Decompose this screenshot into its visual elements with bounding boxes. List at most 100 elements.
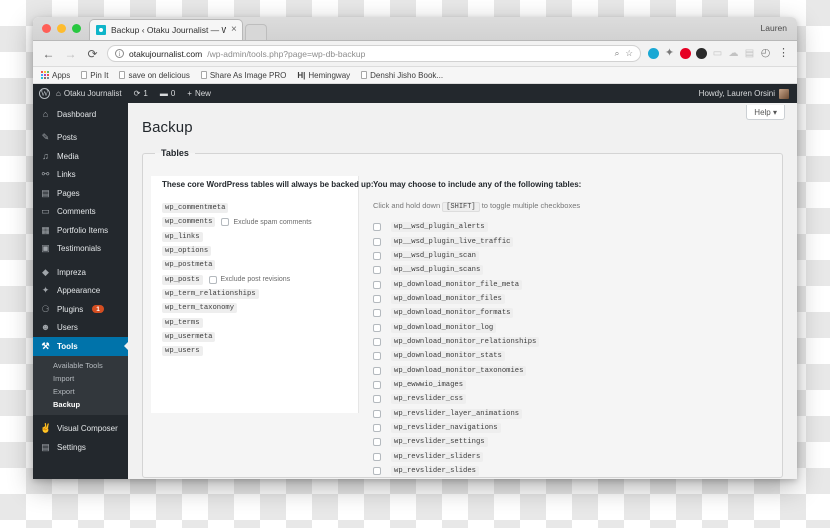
sidebar-item-comments[interactable]: ▭ Comments [33,203,128,222]
bookmark-apps[interactable]: Apps [41,71,70,80]
optional-table-row[interactable]: wp_download_monitor_formats [373,306,782,320]
submenu-item-export[interactable]: Export [33,385,128,398]
core-table-row: wp_links [162,230,348,244]
optional-table-row[interactable]: wp_revslider_sliders [373,450,782,464]
table-checkbox[interactable] [373,323,381,332]
maximize-window-button[interactable] [72,24,81,33]
wordpress-icon[interactable]: W [39,88,50,99]
table-checkbox[interactable] [373,452,381,461]
table-checkbox[interactable] [373,337,381,346]
note-icon[interactable]: ▤ [744,48,755,59]
table-name: wp_term_taxonomy [162,303,238,314]
table-name: wp__wsd_plugin_alerts [391,222,488,233]
core-table-row: wp_term_taxonomy [162,301,348,315]
bookmark-pin-it[interactable]: Pin It [81,71,108,80]
minimize-window-button[interactable] [57,24,66,33]
optional-table-row[interactable]: wp_download_monitor_file_meta [373,277,782,291]
sidebar-item-dashboard[interactable]: ⌂ Dashboard [33,105,128,124]
clock-icon[interactable]: ◴ [760,48,771,59]
optional-table-row[interactable]: wp_download_monitor_log [373,320,782,334]
table-checkbox[interactable] [373,309,381,318]
sidebar-item-testimonials[interactable]: ▣ Testimonials [33,240,128,259]
browser-tab[interactable]: Backup ‹ Otaku Journalist — W × [89,19,243,40]
table-checkbox[interactable] [373,366,381,375]
table-checkbox[interactable] [373,251,381,260]
sidebar-item-posts[interactable]: ✎ Posts [33,129,128,148]
bookmark-hemingway[interactable]: H| Hemingway [297,71,350,80]
table-checkbox[interactable] [373,423,381,432]
help-tab-button[interactable]: Help ▾ [746,105,785,120]
optional-table-row[interactable]: wp_download_monitor_relationships [373,335,782,349]
back-icon[interactable]: ← [41,46,56,61]
table-checkbox[interactable] [373,223,381,232]
new-tab-button[interactable] [244,24,267,40]
sidebar-item-links[interactable]: ⚯ Links [33,166,128,185]
bookmark-label: Hemingway [308,70,351,80]
profile-name-label[interactable]: Lauren [761,23,787,33]
table-checkbox[interactable] [373,467,381,476]
submenu-item-available-tools[interactable]: Available Tools [33,359,128,372]
bookmark-denshi-jisho[interactable]: Denshi Jisho Book... [361,71,443,80]
sidebar-item-users[interactable]: ☻ Users [33,319,128,338]
sidebar-item-tools[interactable]: ⚒ Tools [33,337,128,356]
optional-table-row[interactable]: wp_revslider_css [373,392,782,406]
bookmark-star-icon[interactable]: ☆ [625,48,633,59]
admin-bar-account[interactable]: Howdy, Lauren Orsini [699,88,789,99]
site-info-icon[interactable]: i [115,49,124,58]
optional-table-row[interactable]: wp__wsd_plugin_live_traffic [373,234,782,248]
cloud-icon[interactable]: ☁ [728,48,739,59]
address-bar[interactable]: i otakujournalist.com /wp-admin/tools.ph… [107,45,641,62]
table-checkbox[interactable] [373,438,381,447]
table-checkbox[interactable] [373,266,381,275]
table-checkbox[interactable] [373,352,381,361]
optional-table-row[interactable]: wp_ewwwio_images [373,378,782,392]
table-checkbox[interactable] [373,380,381,389]
optional-table-row[interactable]: wp__wsd_plugin_alerts [373,220,782,234]
close-window-button[interactable] [42,24,51,33]
table-checkbox[interactable] [373,237,381,246]
sidebar-item-settings[interactable]: ▤ Settings [33,438,128,457]
reload-icon[interactable]: ⟳ [85,46,100,61]
admin-bar-comments[interactable]: ▬ 0 [154,89,181,98]
optional-table-row[interactable]: wp_revslider_navigations [373,421,782,435]
optional-tables-panel: You may choose to include any of the fol… [359,176,782,477]
optional-table-row[interactable]: wp_revslider_layer_animations [373,406,782,420]
submenu-item-import[interactable]: Import [33,372,128,385]
sidebar-item-label: Links [57,170,76,180]
pinterest-icon[interactable] [680,48,691,59]
table-checkbox[interactable] [373,395,381,404]
search-icon[interactable]: ⌕ [615,48,620,59]
optional-table-row[interactable]: wp_download_monitor_files [373,292,782,306]
submenu-item-backup[interactable]: Backup [33,398,128,411]
close-tab-icon[interactable]: × [231,25,237,35]
table-checkbox[interactable] [373,294,381,303]
optional-table-row[interactable]: wp_download_monitor_stats [373,349,782,363]
pocket-icon[interactable] [648,48,659,59]
admin-bar-updates[interactable]: ⟳ 1 [128,89,154,98]
sidebar-item-visual-composer[interactable]: ✌ Visual Composer [33,420,128,439]
bookmark-save-on-delicious[interactable]: save on delicious [119,71,190,80]
optional-table-row[interactable]: wp__wsd_plugin_scan [373,249,782,263]
sidebar-item-appearance[interactable]: ✦ Appearance [33,282,128,301]
exclude-checkbox[interactable] [221,218,230,227]
sidebar-item-pages[interactable]: ▤ Pages [33,184,128,203]
sidebar-item-media[interactable]: ♫ Media [33,147,128,166]
optional-table-row[interactable]: wp_revslider_slides [373,464,782,477]
exclude-checkbox[interactable] [208,275,217,284]
ghostery-icon[interactable] [696,48,707,59]
forward-icon[interactable]: → [63,46,78,61]
optional-table-row[interactable]: wp_download_monitor_taxonomies [373,363,782,377]
sidebar-item-impreza[interactable]: ◆ Impreza [33,263,128,282]
sparkle-icon[interactable]: ✦ [664,48,675,59]
browser-menu-icon[interactable]: ⋮ [778,48,789,59]
bookmark-share-as-image[interactable]: Share As Image PRO [200,71,286,80]
optional-table-row[interactable]: wp_revslider_settings [373,435,782,449]
speech-bubble-icon[interactable]: ▭ [712,48,723,59]
sidebar-item-plugins[interactable]: ⚆ Plugins 1 [33,300,128,319]
sidebar-item-portfolio-items[interactable]: ▦ Portfolio Items [33,221,128,240]
optional-table-row[interactable]: wp__wsd_plugin_scans [373,263,782,277]
admin-bar-new[interactable]: + New [181,89,217,98]
admin-bar-site-name[interactable]: ⌂ Otaku Journalist [50,89,128,98]
table-checkbox[interactable] [373,409,381,418]
table-checkbox[interactable] [373,280,381,289]
